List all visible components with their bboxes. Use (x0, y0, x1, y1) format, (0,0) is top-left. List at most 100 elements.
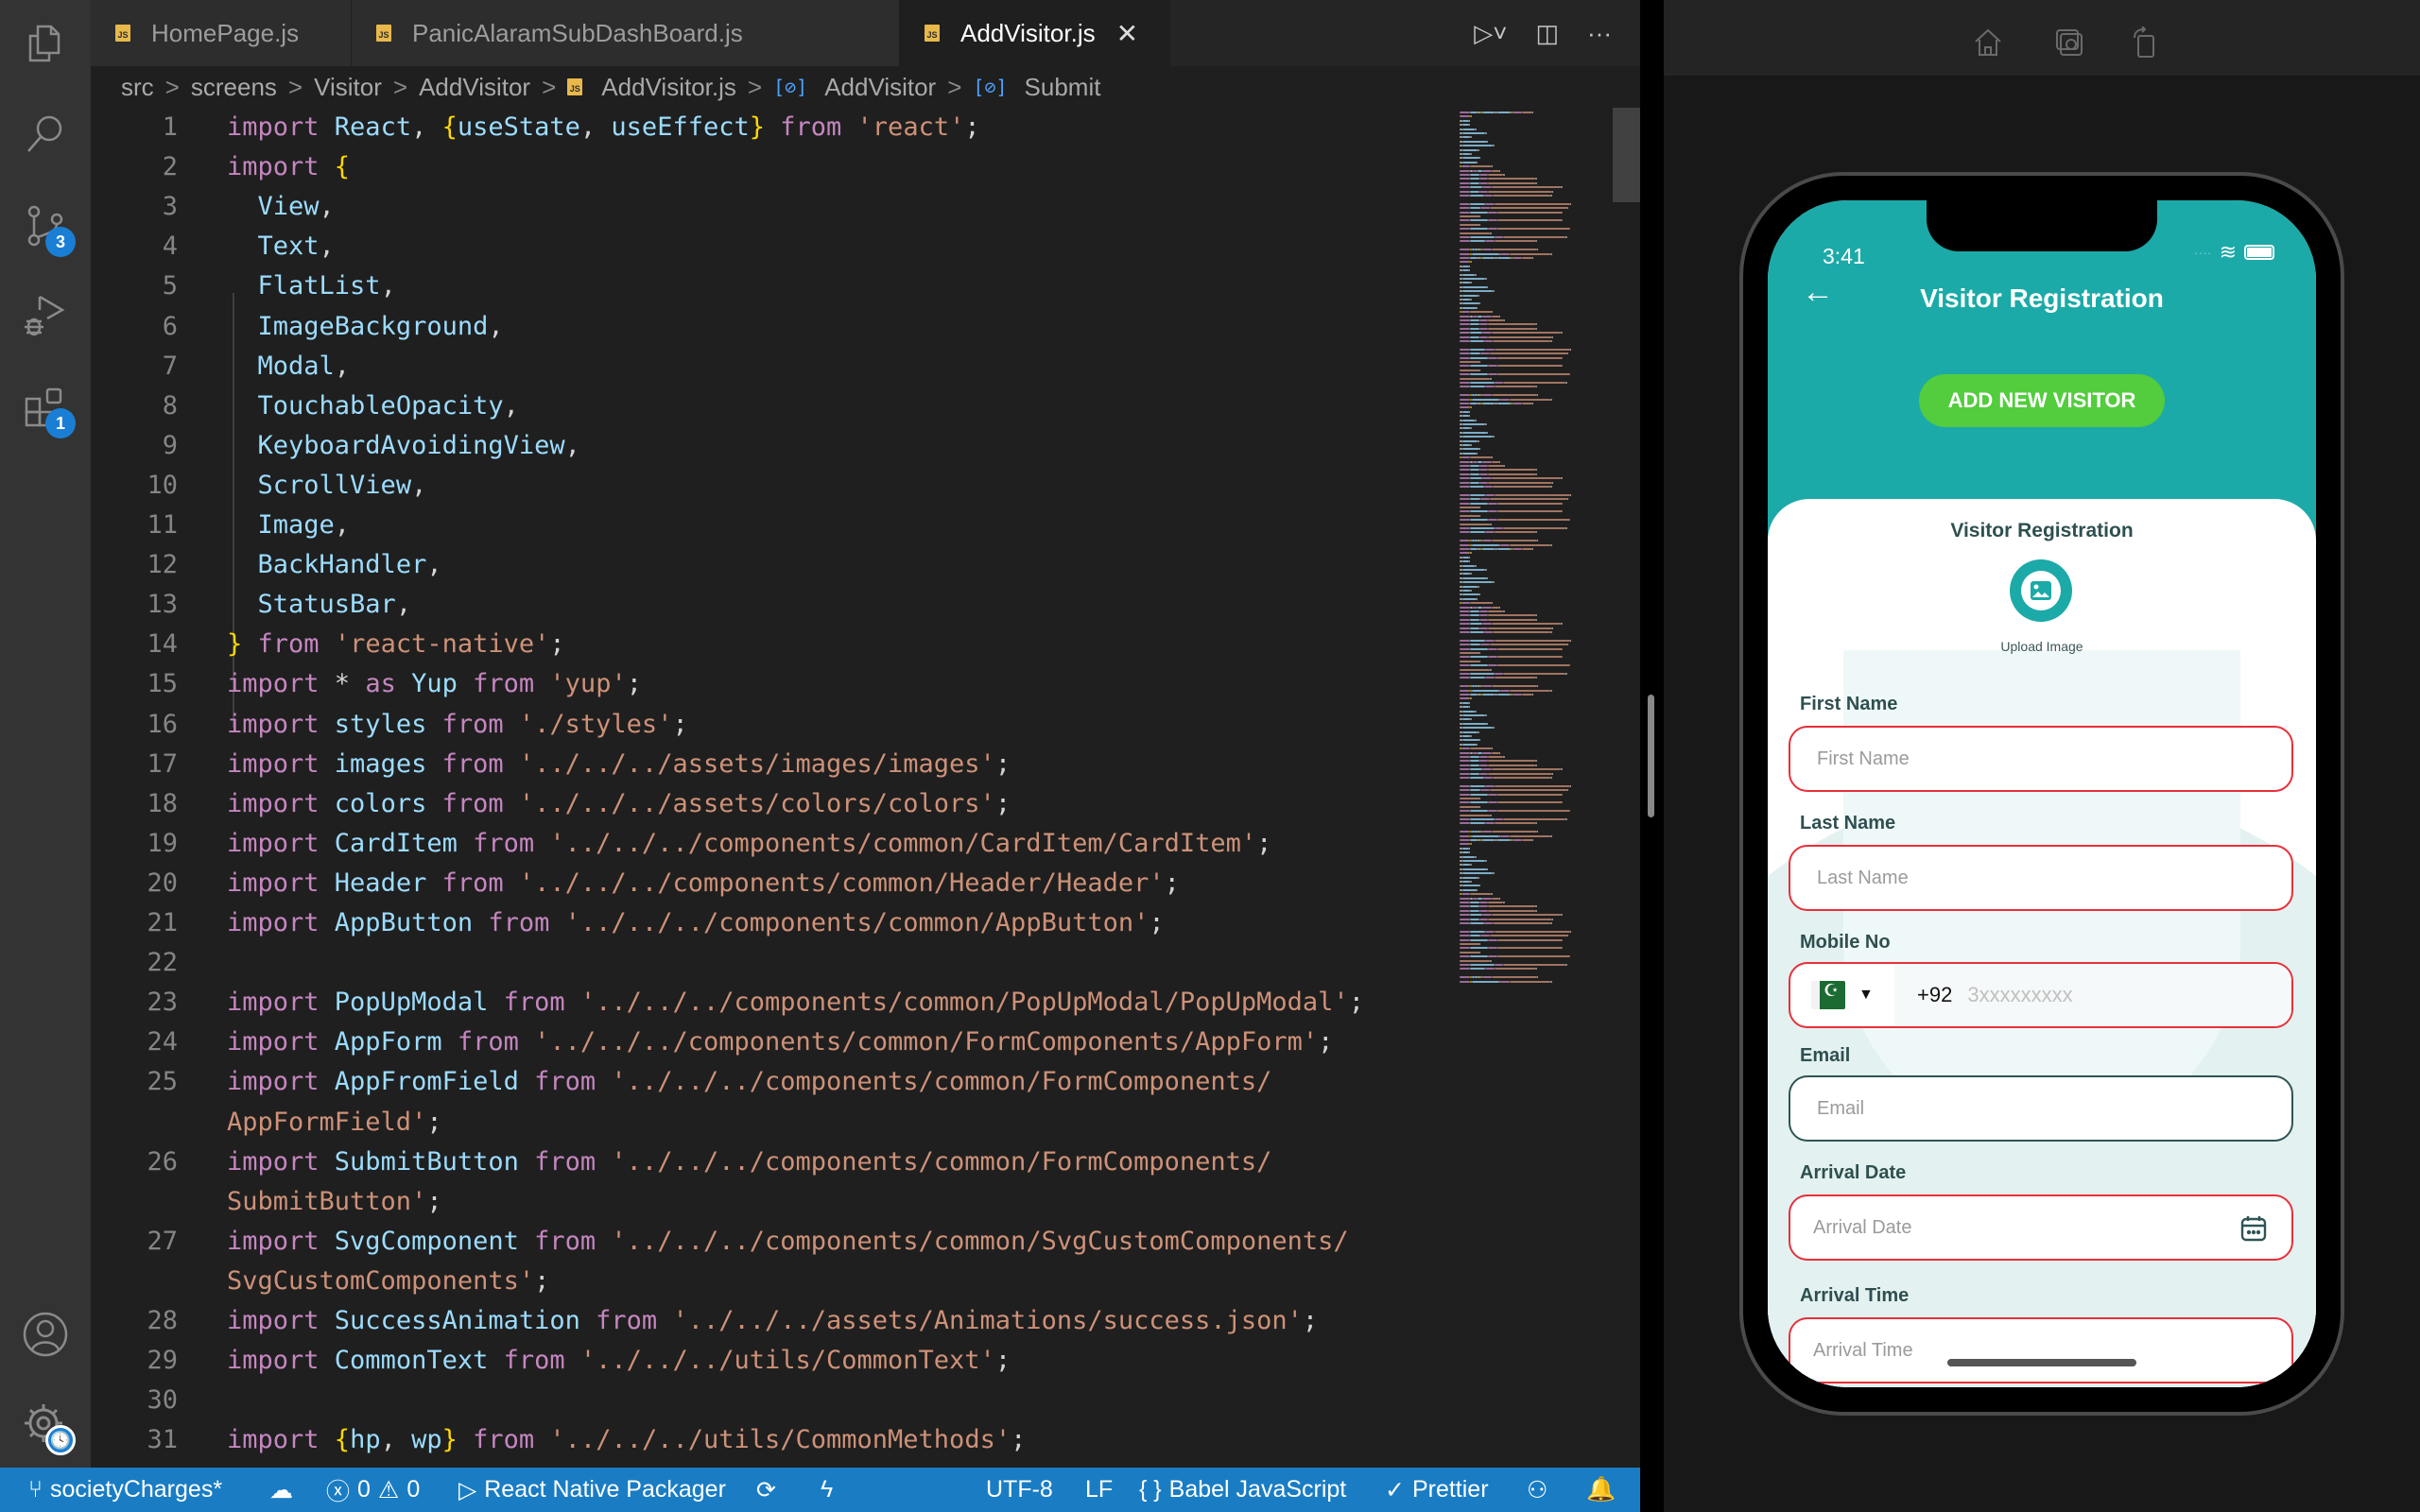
minimap-token (1536, 976, 1539, 979)
arrival-date-label: Arrival Date (1800, 1162, 1907, 1183)
line-number: 28 (147, 1306, 178, 1335)
minimap-token (1470, 472, 1479, 475)
home-indicator[interactable] (1947, 1359, 2136, 1366)
email-input[interactable]: Email (1789, 1075, 2293, 1142)
minimap-token (1470, 236, 1495, 238)
problems-status[interactable]: ⓧ 0 ⚠ 0 (326, 1473, 420, 1507)
minimap-token (1470, 352, 1481, 355)
sync-icon[interactable]: ⟳ (756, 1476, 776, 1504)
branch-status[interactable]: ⑂ societyCharges* (28, 1476, 222, 1503)
minimap-token (1491, 311, 1494, 314)
add-new-visitor-button[interactable]: ADD NEW VISITOR (1919, 374, 2165, 427)
eol-status[interactable]: LF (1085, 1476, 1113, 1503)
minimap-token (1460, 507, 1479, 508)
minimap-token (1471, 252, 1499, 255)
minimap-token (1475, 128, 1477, 130)
lightning-icon[interactable]: ϟ (821, 1476, 833, 1503)
minimap-token (1462, 452, 1477, 455)
tab-homepage[interactable]: JS HomePage.js (91, 0, 352, 66)
minimap-token (1494, 348, 1570, 351)
phone-number-field[interactable]: +92 3xxxxxxxxx (1894, 964, 2291, 1026)
minimap-token (1550, 398, 1552, 401)
last-name-input[interactable]: Last Name (1789, 845, 2293, 911)
breadcrumb-item[interactable]: screens (191, 73, 277, 102)
mobile-input[interactable]: ▼ +92 3xxxxxxxxx (1789, 962, 2293, 1028)
upload-image-button[interactable] (2010, 559, 2072, 622)
home-icon[interactable] (1972, 26, 2004, 59)
minimap-token (1460, 190, 1471, 193)
minimap-token (1470, 789, 1481, 792)
minimap-token (1478, 472, 1489, 475)
minimap-token (1493, 581, 1495, 584)
minimap-token (1494, 639, 1570, 642)
minimap-token (1535, 323, 1537, 326)
minimap-token (1460, 951, 1479, 954)
minimap-token (1493, 436, 1495, 438)
minimap-token (1561, 477, 1563, 480)
line-number: 16 (147, 709, 178, 739)
minimap-token (1460, 772, 1471, 775)
first-name-input[interactable]: First Name (1789, 726, 2293, 792)
live-share-icon[interactable]: ⚇ (1527, 1476, 1547, 1504)
breadcrumb-item[interactable]: Visitor (314, 73, 382, 102)
minimap-token (1478, 610, 1489, 612)
minimap-token (1470, 760, 1479, 763)
minimap-token (1535, 181, 1537, 184)
minimap-token (1460, 959, 1490, 962)
minimap-token (1462, 597, 1477, 600)
code-editor[interactable]: 1 import React, {useState, useEffect} fro… (91, 108, 1452, 1468)
breadcrumb-item[interactable]: src (121, 73, 154, 102)
more-actions-icon[interactable]: ··· (1587, 19, 1612, 48)
encoding-status[interactable]: UTF-8 (986, 1476, 1053, 1503)
explorer-icon[interactable] (21, 19, 70, 68)
code-text: AppFormField'; (227, 1107, 442, 1137)
packager-status[interactable]: ▷ React Native Packager (458, 1476, 726, 1504)
minimap-token (1470, 465, 1479, 467)
close-tab-icon[interactable]: ✕ (1116, 18, 1138, 49)
minimap-token (1470, 282, 1472, 284)
minimap-token (1531, 403, 1534, 404)
minimap-token (1482, 169, 1492, 172)
calendar-icon[interactable] (2240, 1215, 2267, 1242)
minimap-token (1494, 964, 1504, 966)
screenshot-camera-icon[interactable] (2053, 26, 2085, 59)
pakistan-flag-icon[interactable] (1811, 981, 1845, 1009)
tab-panic-alarm[interactable]: JS PanicAlaramSubDashBoard.js (352, 0, 900, 66)
minimap-token (1491, 751, 1499, 754)
country-dropdown-icon[interactable]: ▼ (1858, 987, 1874, 1004)
arrival-time-input[interactable]: Arrival Time (1789, 1317, 2293, 1383)
minimap-token (1485, 386, 1495, 388)
minimap-token (1494, 818, 1504, 820)
split-editor-icon[interactable]: ◫ (1535, 19, 1559, 48)
breadcrumb-item[interactable]: AddVisitor (824, 73, 936, 102)
run-debug-dropdown-icon[interactable]: ▷˅ (1474, 19, 1507, 48)
line-number: 20 (147, 868, 178, 898)
publish-icon[interactable]: ☁ (269, 1476, 293, 1504)
search-icon[interactable] (21, 110, 70, 159)
minimap-token (1460, 922, 1471, 924)
minimap-token (1470, 639, 1486, 642)
rotate-device-icon[interactable] (2129, 26, 2161, 59)
language-status[interactable]: { } Babel JavaScript (1139, 1476, 1346, 1503)
code-text: import AppForm from '../../../components… (227, 1027, 1334, 1057)
arrival-date-input[interactable]: Arrival Date (1789, 1194, 2293, 1261)
mobile-label: Mobile No (1800, 932, 1891, 953)
minimap-token (1470, 386, 1486, 388)
minimap-token (1470, 427, 1472, 430)
minimap-token (1491, 623, 1562, 626)
tab-addvisitor[interactable]: JS AddVisitor.js ✕ (900, 0, 1170, 66)
prettier-status[interactable]: ✓ Prettier (1385, 1476, 1489, 1504)
minimap-token (1550, 689, 1552, 692)
notifications-bell-icon[interactable]: 🔔 (1586, 1476, 1616, 1503)
line-number: 3 (162, 192, 178, 222)
run-debug-icon[interactable] (21, 291, 70, 340)
minimap-slider[interactable] (1613, 108, 1640, 202)
breadcrumb-item[interactable]: AddVisitor.js (601, 73, 736, 102)
breadcrumb-item[interactable]: Submit (1025, 73, 1101, 102)
breadcrumb-item[interactable]: AddVisitor (419, 73, 530, 102)
minimap-token (1482, 249, 1492, 251)
account-icon[interactable] (21, 1310, 70, 1359)
minimap-token (1470, 373, 1489, 376)
editor-scrollbar-thumb[interactable] (1648, 695, 1654, 817)
minimap[interactable] (1452, 108, 1613, 1468)
